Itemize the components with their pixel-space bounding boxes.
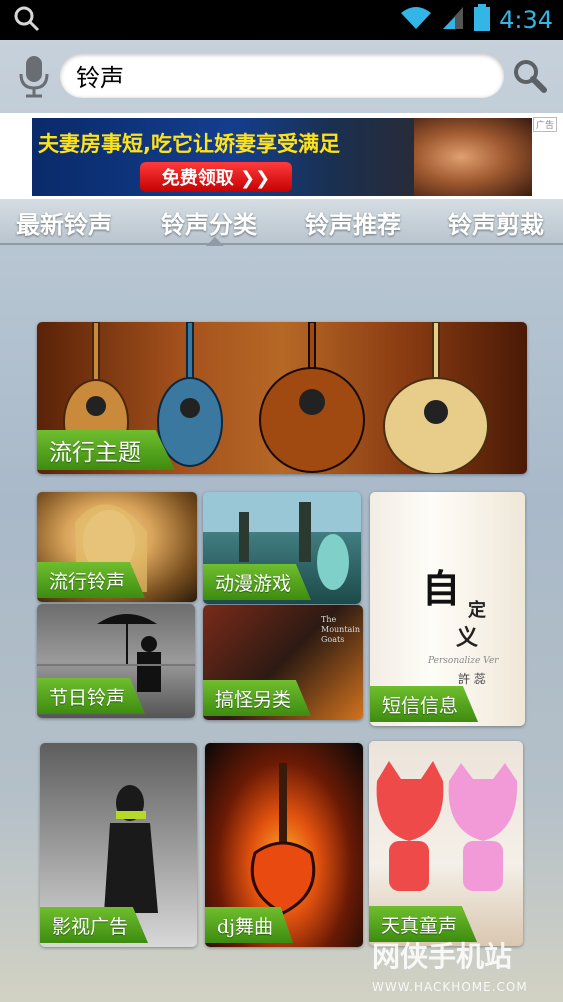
ad-claim-button[interactable]: 免费领取 ❯❯ [140,162,292,192]
category-children-songs[interactable]: 天真童声 [369,741,523,946]
search-field[interactable] [60,53,504,97]
tab-cut[interactable]: 铃声剪裁 [448,205,544,240]
category-label: 节日铃声 [37,678,146,714]
category-label: dj舞曲 [205,907,294,943]
category-anime-games[interactable]: 动漫游戏 [203,492,361,604]
wifi-icon [399,5,433,35]
custom-roman-text: Personalize Ver [428,656,499,666]
custom-char-3: 义 [456,625,479,651]
ad-photo [414,118,532,196]
category-film-ads[interactable]: 影视广告 [40,743,197,947]
tab-recommended[interactable]: 铃声推荐 [305,205,401,240]
microphone-icon[interactable] [18,54,50,102]
category-funny-other[interactable]: The Mountain Goats 搞怪另类 [203,605,363,720]
ad-banner[interactable]: 夫妻房事短,吃它让娇妻享受满足 免费领取 ❯❯ [32,118,532,196]
category-popular-ringtones[interactable]: 流行铃声 [37,492,197,602]
ad-tag: 广告 [532,117,557,132]
watermark: 网侠手机站 [372,940,513,973]
category-label: 搞怪另类 [203,680,312,716]
signal-icon [441,5,465,35]
category-label: 流行主题 [37,430,175,470]
battery-icon [473,4,491,36]
magnifier-icon[interactable] [512,58,548,98]
clock-time: 4:34 [499,6,553,34]
category-label: 影视广告 [40,907,149,943]
search-icon[interactable] [14,6,40,36]
search-input[interactable] [76,61,504,89]
custom-char-1: 自 [422,566,461,611]
category-holiday-ringtones[interactable]: 节日铃声 [37,604,195,718]
category-label: 短信信息 [370,686,479,722]
category-label: 流行铃声 [37,562,146,598]
category-label: 动漫游戏 [203,564,312,600]
category-popular-theme[interactable]: 流行主题 [37,322,527,474]
search-row [0,40,563,112]
tab-bar: 最新铃声 铃声分类 铃声推荐 铃声剪裁 [0,199,563,246]
ad-headline: 夫妻房事短,吃它让娇妻享受满足 [38,132,340,156]
watermark-url: WWW.HACKHOME.COM [372,980,528,994]
book-cover-text: The Mountain Goats [321,615,361,644]
tab-latest[interactable]: 最新铃声 [16,205,112,240]
category-sms-alerts[interactable]: 自 定 义 Personalize Ver 許 蕊 短信信息 [370,492,525,726]
custom-author: 許 蕊 [458,672,486,686]
ad-container: 夫妻房事短,吃它让娇妻享受满足 免费领取 ❯❯ 广告 [0,113,563,199]
tab-selected-indicator [206,237,224,246]
custom-char-2: 定 [468,600,486,621]
category-dj-dance[interactable]: dj舞曲 [205,743,363,947]
tab-categories[interactable]: 铃声分类 [161,205,257,240]
status-bar: 4:34 [0,0,563,40]
